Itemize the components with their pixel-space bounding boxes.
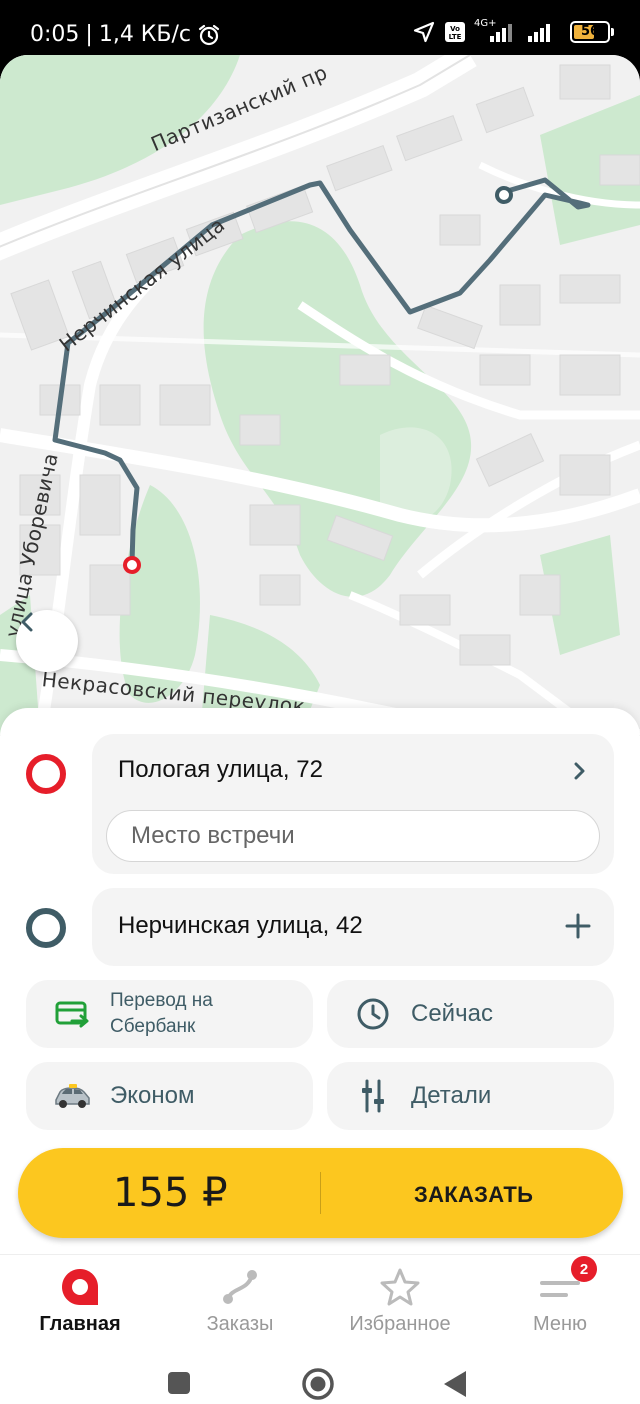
pickup-time-label: Сейчас	[411, 1000, 493, 1027]
map-view[interactable]: Партизанский пр Нерчинская улица улица У…	[0, 55, 640, 735]
tariff-label: Эконом	[110, 1082, 195, 1109]
star-icon	[380, 1268, 420, 1306]
map-canvas[interactable]	[0, 55, 640, 735]
to-address-card[interactable]: Нерчинская улица, 42	[92, 888, 614, 966]
status-right: Vo LTE 4G+ 56	[412, 18, 614, 44]
volte-icon: Vo LTE	[445, 22, 465, 42]
details-label: Детали	[411, 1082, 492, 1109]
nav-label-favorites: Избранное	[349, 1313, 451, 1335]
chevron-right-icon[interactable]	[568, 760, 590, 782]
order-button-label: ЗАКАЗАТЬ	[414, 1182, 534, 1207]
order-price: 155 ₽	[113, 1170, 228, 1216]
chevron-left-icon	[21, 612, 33, 632]
payment-method-label: Перевод на Сбербанк	[110, 990, 213, 1037]
back-nav-button[interactable]	[440, 1368, 470, 1400]
system-navigation-bar	[0, 1354, 640, 1404]
status-separator: |	[85, 22, 93, 47]
bottom-navigation: Главная Заказы Избранное Меню	[0, 1254, 640, 1354]
order-button[interactable]: 155 ₽ ЗАКАЗАТЬ	[18, 1148, 623, 1238]
location-arrow-icon	[413, 21, 435, 43]
status-left: 0:05 | 1,4 КБ/с	[30, 22, 221, 47]
from-point-icon	[26, 754, 66, 794]
bank-transfer-icon	[52, 994, 92, 1034]
from-address[interactable]: Пологая улица, 72	[118, 756, 323, 784]
status-speed: 1,4 КБ/с	[98, 22, 192, 47]
to-address[interactable]: Нерчинская улица, 42	[118, 912, 363, 940]
taxi-car-icon	[52, 1076, 92, 1116]
nav-item-orders[interactable]: Заказы	[160, 1255, 320, 1355]
svg-text:Vo: Vo	[450, 25, 460, 33]
add-stop-plus-icon[interactable]	[564, 912, 592, 940]
nav-item-favorites[interactable]: Избранное	[320, 1255, 480, 1355]
back-button[interactable]	[16, 610, 78, 672]
alarm-icon	[198, 24, 220, 45]
sliders-icon	[353, 1076, 393, 1116]
menu-notification-badge: 2	[571, 1256, 597, 1282]
from-address-card[interactable]: Пологая улица, 72 Место встречи	[92, 734, 614, 874]
home-logo-icon	[62, 1269, 98, 1305]
tariff-button[interactable]: Эконом	[26, 1062, 313, 1130]
home-button[interactable]	[300, 1366, 336, 1402]
svg-text:LTE: LTE	[449, 33, 462, 41]
nav-item-menu[interactable]: Меню	[480, 1255, 640, 1355]
details-button[interactable]: Детали	[327, 1062, 614, 1130]
order-sheet: Пологая улица, 72 Место встречи Нерчинск…	[0, 708, 640, 1254]
orders-route-icon	[223, 1270, 257, 1304]
recent-apps-button[interactable]	[166, 1370, 194, 1398]
to-point-icon	[26, 908, 66, 948]
battery-icon: 56	[570, 21, 614, 43]
nav-label-menu: Меню	[532, 1313, 588, 1335]
clock-icon	[353, 994, 393, 1034]
pickup-time-button[interactable]: Сейчас	[327, 980, 614, 1048]
nav-label-home: Главная	[39, 1313, 121, 1335]
status-time: 0:05	[30, 22, 80, 47]
signal-4g-icon: 4G+	[474, 18, 518, 44]
meeting-point-input[interactable]: Место встречи	[106, 810, 600, 862]
payment-method-button[interactable]: Перевод на Сбербанк	[26, 980, 313, 1048]
nav-item-home[interactable]: Главная	[0, 1255, 160, 1355]
nav-label-orders: Заказы	[206, 1313, 274, 1335]
order-divider	[320, 1172, 321, 1214]
battery-level: 56	[580, 24, 600, 39]
signal-bars-icon	[528, 24, 550, 42]
